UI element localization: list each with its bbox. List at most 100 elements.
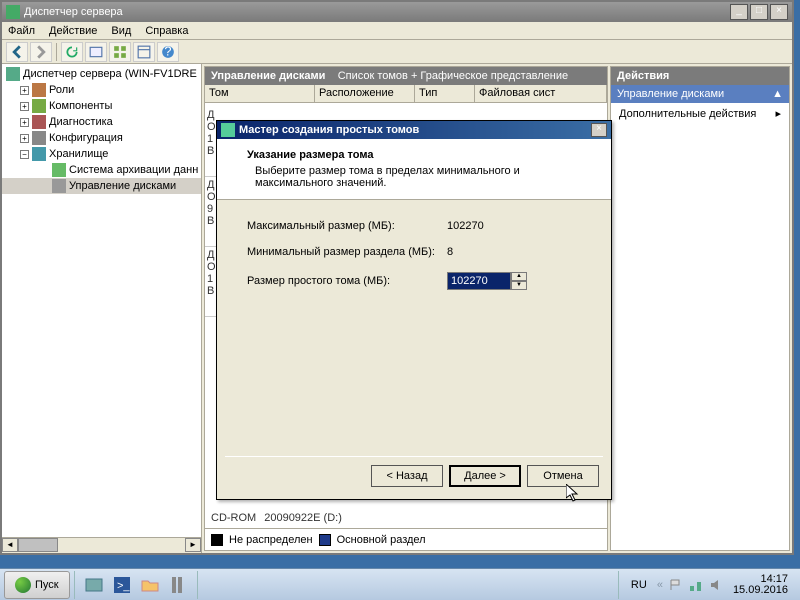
- back-button[interactable]: < Назад: [371, 465, 443, 487]
- collapse-icon[interactable]: ▲: [772, 88, 783, 100]
- disk-header-title: Управление дисками: [211, 70, 325, 82]
- menu-view[interactable]: Вид: [111, 25, 131, 37]
- disk-icon: [52, 179, 66, 193]
- actions-header: Действия: [611, 67, 789, 85]
- roles-icon: [32, 83, 46, 97]
- tree-diagnostics[interactable]: + Диагностика: [2, 114, 201, 130]
- diagnostics-icon: [32, 115, 46, 129]
- scroll-left[interactable]: ◄: [2, 538, 18, 552]
- tree-diag-label: Диагностика: [49, 116, 113, 128]
- expand-icon[interactable]: +: [20, 102, 29, 111]
- help-button[interactable]: ?: [157, 42, 179, 62]
- back-button[interactable]: [6, 42, 28, 62]
- volume-size-row: Размер простого тома (МБ): ▲ ▼: [247, 272, 581, 290]
- taskbar-explorer[interactable]: [137, 572, 163, 598]
- scroll-thumb[interactable]: [18, 538, 58, 552]
- next-button[interactable]: Далее >: [449, 465, 521, 487]
- wizard-subtitle: Выберите размер тома в пределах минималь…: [255, 165, 595, 189]
- max-size-value: 102270: [447, 220, 527, 232]
- cdrom-label: CD-ROM: [211, 512, 256, 524]
- tree-root-label: Диспетчер сервера (WIN-FV1DRE: [23, 68, 197, 80]
- tree-backup-label: Система архивации данн: [69, 164, 198, 176]
- properties-button[interactable]: [85, 42, 107, 62]
- col-volume[interactable]: Том: [205, 85, 315, 102]
- volume-size-label: Размер простого тома (МБ):: [247, 275, 447, 287]
- expand-icon[interactable]: +: [20, 134, 29, 143]
- wizard-separator: [225, 456, 603, 457]
- clock[interactable]: 14:17 15.09.2016: [729, 574, 792, 596]
- legend-primary: Основной раздел: [337, 534, 426, 546]
- collapse-icon[interactable]: −: [20, 150, 29, 159]
- cdrom-row: CD-ROM 20090922E (D:): [211, 512, 342, 524]
- clock-time: 14:17: [733, 574, 788, 585]
- col-type[interactable]: Тип: [415, 85, 475, 102]
- wizard-heading: Указание размера тома: [247, 149, 595, 161]
- tree-roles[interactable]: +Роли: [2, 82, 201, 98]
- tree-components[interactable]: + Компоненты: [2, 98, 201, 114]
- wizard-titlebar[interactable]: Мастер создания простых томов ×: [217, 121, 611, 139]
- server-icon: [6, 67, 20, 81]
- tree-pane: Диспетчер сервера (WIN-FV1DRE +Роли + Ком…: [2, 64, 202, 553]
- maximize-button[interactable]: □: [750, 4, 768, 20]
- refresh-button[interactable]: [61, 42, 83, 62]
- quick-launch: >_: [74, 571, 198, 599]
- menubar: Файл Действие Вид Справка: [2, 22, 792, 40]
- expand-icon[interactable]: +: [20, 118, 29, 127]
- language-indicator[interactable]: RU: [627, 579, 651, 591]
- min-size-row: Минимальный размер раздела (МБ): 8: [247, 246, 581, 258]
- menu-action[interactable]: Действие: [49, 25, 97, 37]
- taskbar-app[interactable]: [165, 572, 191, 598]
- menu-help[interactable]: Справка: [145, 25, 188, 37]
- min-size-label: Минимальный размер раздела (МБ):: [247, 246, 447, 258]
- wizard-button-row: < Назад Далее > Отмена: [371, 465, 599, 487]
- scroll-right[interactable]: ►: [185, 538, 201, 552]
- toolbar-button-1[interactable]: [109, 42, 131, 62]
- close-button[interactable]: ×: [770, 4, 788, 20]
- actions-more[interactable]: Дополнительные действия ▸: [611, 103, 789, 124]
- spin-down-button[interactable]: ▼: [511, 281, 527, 290]
- minimize-button[interactable]: _: [730, 4, 748, 20]
- col-fs[interactable]: Файловая сист: [475, 85, 607, 102]
- spin-up-button[interactable]: ▲: [511, 272, 527, 281]
- app-icon: [6, 5, 20, 19]
- tree-diskmgmt[interactable]: Управление дисками: [2, 178, 201, 194]
- cancel-button[interactable]: Отмена: [527, 465, 599, 487]
- network-icon[interactable]: [689, 578, 703, 592]
- tree-config[interactable]: +Конфигурация: [2, 130, 201, 146]
- svg-text:>_: >_: [117, 580, 130, 592]
- start-button[interactable]: Пуск: [4, 571, 70, 599]
- backup-icon: [52, 163, 66, 177]
- disk-header: Управление дисками Список томов + Графич…: [205, 67, 607, 85]
- tree-storage-label: Хранилище: [49, 148, 108, 160]
- tree-storage[interactable]: − Хранилище: [2, 146, 201, 162]
- window-title: Диспетчер сервера: [24, 6, 728, 18]
- taskbar: Пуск >_ RU « 14:17 15.09.2016: [0, 568, 800, 600]
- chevron-right-icon: ▸: [775, 107, 781, 120]
- col-layout[interactable]: Расположение: [315, 85, 415, 102]
- actions-diskmgmt-header[interactable]: Управление дисками ▲: [611, 85, 789, 103]
- volume-size-spinner: ▲ ▼: [447, 272, 527, 290]
- windows-orb-icon: [15, 577, 31, 593]
- toolbar: ?: [2, 40, 792, 64]
- tree-hscroll[interactable]: ◄ ►: [2, 537, 201, 553]
- wizard-title: Мастер создания простых томов: [239, 124, 591, 136]
- menu-file[interactable]: Файл: [8, 25, 35, 37]
- toolbar-button-2[interactable]: [133, 42, 155, 62]
- spin-buttons: ▲ ▼: [511, 272, 527, 290]
- tree-root[interactable]: Диспетчер сервера (WIN-FV1DRE: [2, 66, 201, 82]
- wizard-body: Максимальный размер (МБ): 102270 Минимал…: [217, 200, 611, 324]
- forward-button[interactable]: [30, 42, 52, 62]
- tree-backup[interactable]: Система архивации данн: [2, 162, 201, 178]
- flag-icon[interactable]: [669, 578, 683, 592]
- legend-unalloc: Не распределен: [229, 534, 313, 546]
- legend-unalloc-swatch: [211, 534, 223, 546]
- tree-components-label: Компоненты: [49, 100, 112, 112]
- taskbar-server-manager[interactable]: [81, 572, 107, 598]
- expand-icon[interactable]: +: [20, 86, 29, 95]
- taskbar-powershell[interactable]: >_: [109, 572, 135, 598]
- volume-size-input[interactable]: [447, 272, 511, 290]
- volume-icon[interactable]: [709, 578, 723, 592]
- titlebar[interactable]: Диспетчер сервера _ □ ×: [2, 2, 792, 22]
- wizard-close-button[interactable]: ×: [591, 123, 607, 137]
- simple-volume-wizard: Мастер создания простых томов × Указание…: [216, 120, 612, 500]
